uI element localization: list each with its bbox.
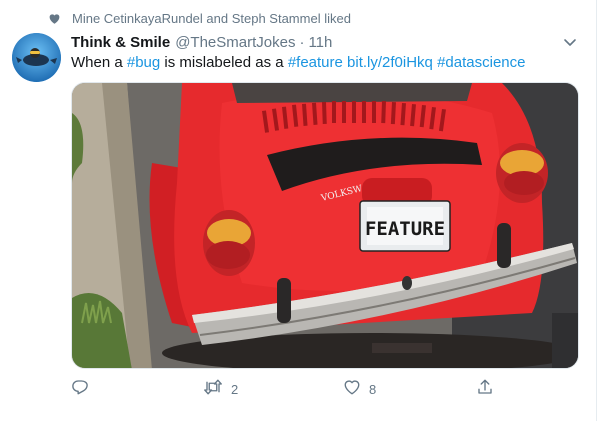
chevron-down-icon[interactable]	[562, 34, 578, 50]
separator-dot: ·	[299, 33, 305, 51]
tweet-text: When a #bug is mislabeled as a #feature …	[71, 53, 525, 73]
share-icon	[476, 378, 494, 401]
retweet-button[interactable]: 2	[203, 377, 238, 401]
like-icon	[343, 378, 361, 401]
like-count: 8	[369, 381, 377, 397]
retweet-icon	[203, 378, 223, 401]
reply-button[interactable]	[71, 377, 97, 401]
social-context: Mine CetinkayaRundel and Steph Stammel l…	[48, 9, 351, 27]
author-name[interactable]: Think & Smile	[71, 34, 170, 51]
tweet-photo[interactable]: VOLKSWAGEN FEATURE	[71, 82, 579, 369]
author-handle[interactable]: @TheSmartJokes	[175, 34, 295, 51]
like-button[interactable]: 8	[343, 377, 376, 401]
avatar[interactable]	[12, 33, 61, 82]
tweet-text-part: When a	[71, 54, 127, 71]
plate-text: FEATURE	[365, 218, 445, 240]
hashtag-datascience[interactable]: #datascience	[437, 54, 525, 71]
tweet-header: Think & Smile @TheSmartJokes · 11h	[71, 32, 332, 52]
retweet-count: 2	[231, 381, 239, 397]
heart-icon	[48, 11, 62, 25]
tweet-text-part: is mislabeled as a	[160, 54, 288, 71]
social-context-text[interactable]: Mine CetinkayaRundel and Steph Stammel l…	[72, 11, 351, 26]
share-button[interactable]	[476, 377, 494, 401]
hashtag-feature[interactable]: #feature	[288, 54, 343, 71]
timestamp[interactable]: 11h	[308, 34, 332, 51]
tweet-url[interactable]: bit.ly/2f0iHkq	[347, 54, 433, 71]
tweet-actions: 2 8	[71, 377, 501, 401]
reply-icon	[71, 378, 89, 401]
hashtag-bug[interactable]: #bug	[127, 54, 160, 71]
tweet-card[interactable]: Mine CetinkayaRundel and Steph Stammel l…	[0, 0, 597, 421]
